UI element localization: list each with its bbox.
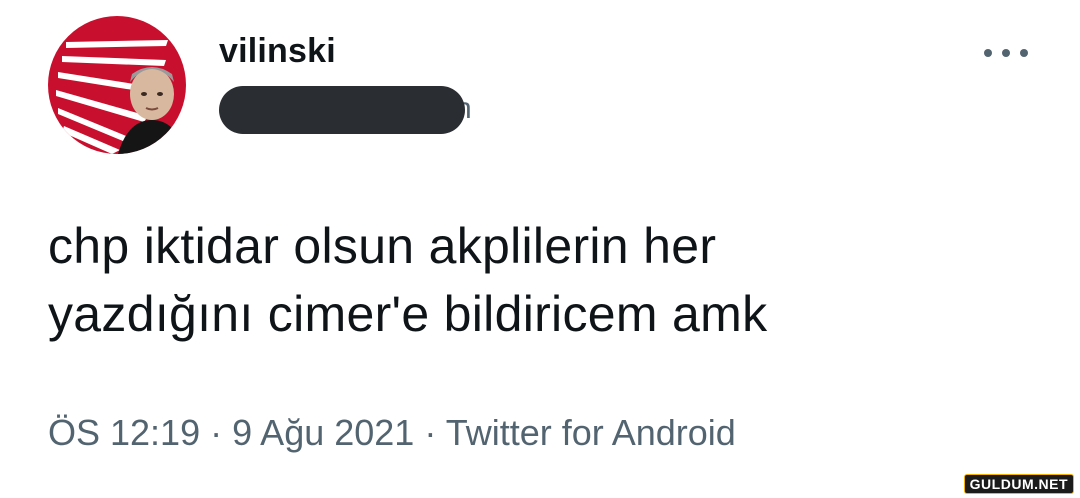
more-options-button[interactable] <box>984 42 1028 64</box>
more-dots-icon <box>984 49 992 57</box>
tweet-card: vilinski n chp iktidar olsun akplilerin … <box>0 0 1080 498</box>
tweet-time[interactable]: ÖS 12:19 <box>48 412 200 453</box>
meta-separator: · <box>424 412 437 453</box>
more-dots-icon <box>1020 49 1028 57</box>
display-name[interactable]: vilinski <box>219 32 336 71</box>
meta-separator: · <box>210 412 223 453</box>
tweet-text: chp iktidar olsun akplilerin her yazdığı… <box>48 212 1038 348</box>
tweet-source-link[interactable]: Twitter for Android <box>446 412 736 453</box>
avatar[interactable] <box>48 16 186 154</box>
redaction-bar <box>219 86 465 134</box>
tweet-text-line: chp iktidar olsun akplilerin her <box>48 218 717 274</box>
more-dots-icon <box>1002 49 1010 57</box>
watermark-logo: GULDUM.NET <box>963 474 1074 494</box>
tweet-text-line: yazdığını cimer'e bildiricem amk <box>48 286 768 342</box>
chp-logo-avatar-icon <box>48 16 186 154</box>
tweet-meta: ÖS 12:19 · 9 Ağu 2021 · Twitter for Andr… <box>48 412 736 454</box>
tweet-date[interactable]: 9 Ağu 2021 <box>232 412 414 453</box>
